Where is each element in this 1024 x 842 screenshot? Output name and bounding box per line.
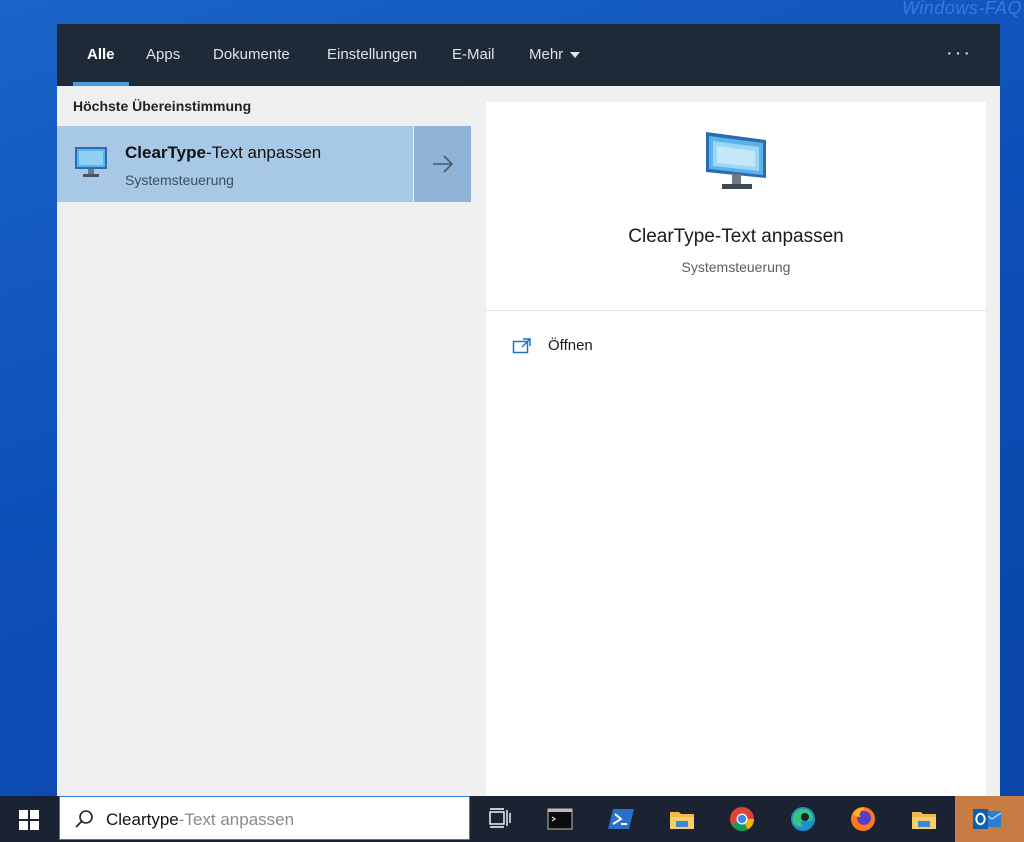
- file-explorer-button-2[interactable]: [894, 796, 954, 842]
- windows-start-button[interactable]: [0, 796, 58, 842]
- caret-down-icon: [570, 52, 581, 59]
- search-typed-text: Cleartype: [106, 810, 179, 829]
- powershell-button[interactable]: [591, 796, 651, 842]
- detail-pane: ClearType-Text anpassen Systemsteuerung …: [486, 102, 986, 796]
- results-list: Höchste Übereinstimmung ClearType-Text a…: [57, 86, 471, 796]
- search-query: Cleartype-Text anpassen: [106, 810, 294, 830]
- monitor-icon: [73, 144, 109, 185]
- search-category-nav: Alle Apps Dokumente Einstellungen E-Mail…: [57, 24, 1000, 86]
- tab-mehr-label: Mehr: [529, 46, 564, 63]
- tab-dokumente[interactable]: Dokumente: [213, 24, 290, 86]
- search-icon: [75, 810, 93, 828]
- tab-email[interactable]: E-Mail: [452, 24, 495, 86]
- outlook-icon: [973, 809, 1002, 829]
- taskbar: Cleartype-Text anpassen: [0, 796, 1024, 842]
- task-view-icon: [489, 808, 511, 828]
- file-explorer-button[interactable]: [652, 796, 712, 842]
- search-suggestion-text: -Text anpassen: [178, 810, 295, 829]
- open-icon: [512, 338, 531, 354]
- edge-button[interactable]: [773, 796, 833, 842]
- section-title: Höchste Übereinstimmung: [73, 98, 252, 114]
- chrome-icon: [730, 807, 754, 832]
- file-explorer-icon: [912, 812, 936, 829]
- arrow-right-icon: [433, 155, 454, 173]
- powershell-icon: [608, 809, 634, 829]
- outlook-button[interactable]: [955, 796, 1024, 842]
- monitor-icon: [702, 128, 770, 201]
- open-action-label: Öffnen: [548, 337, 593, 354]
- cmd-icon: [547, 808, 573, 830]
- cmd-button[interactable]: [530, 796, 590, 842]
- best-match-title-bold: ClearType: [125, 143, 206, 162]
- tab-einstellungen[interactable]: Einstellungen: [327, 24, 417, 86]
- expand-result-button[interactable]: [414, 126, 471, 202]
- search-panel: Alle Apps Dokumente Einstellungen E-Mail…: [57, 24, 1000, 796]
- best-match-title-rest: -Text anpassen: [205, 143, 322, 162]
- firefox-button[interactable]: [833, 796, 893, 842]
- more-options-icon[interactable]: ···: [946, 42, 972, 65]
- watermark: Windows-FAQ: [901, 0, 1022, 18]
- tab-apps[interactable]: Apps: [146, 24, 180, 86]
- firefox-icon: [851, 807, 875, 831]
- edge-icon: [791, 807, 815, 831]
- best-match-result[interactable]: ClearType-Text anpassen Systemsteuerung: [57, 126, 413, 202]
- tab-alle[interactable]: Alle: [73, 24, 128, 86]
- divider: [486, 310, 986, 311]
- detail-subtitle: Systemsteuerung: [681, 259, 791, 275]
- tab-mehr[interactable]: Mehr: [529, 24, 581, 86]
- chrome-button[interactable]: [712, 796, 772, 842]
- task-view-button[interactable]: [470, 796, 530, 842]
- windows-start-icon: [19, 810, 39, 830]
- detail-title: ClearType-Text anpassen: [628, 226, 844, 247]
- best-match-title: ClearType-Text anpassen: [125, 143, 321, 163]
- taskbar-search-input[interactable]: Cleartype-Text anpassen: [59, 796, 470, 840]
- best-match-subtitle: Systemsteuerung: [125, 172, 234, 188]
- file-explorer-icon: [670, 812, 694, 829]
